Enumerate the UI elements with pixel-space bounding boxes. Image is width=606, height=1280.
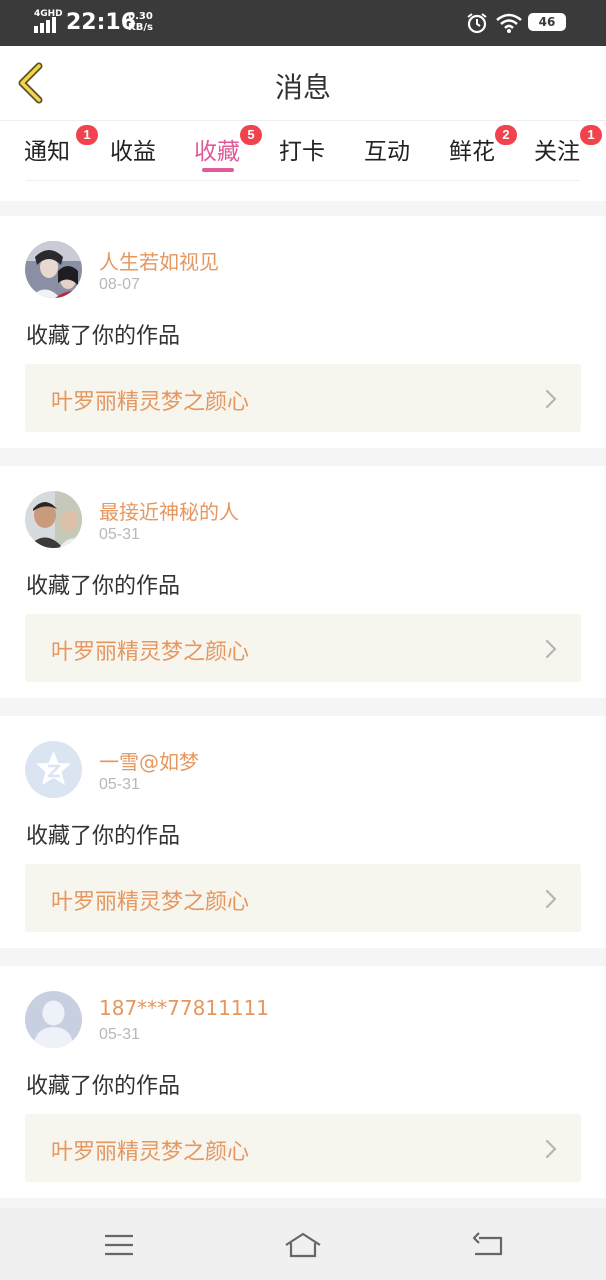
- work-title: 叶罗丽精灵梦之颜心: [51, 890, 250, 915]
- tab-notice[interactable]: 通知 1: [24, 125, 98, 166]
- status-bar: 4GHD 22:16 0.30 KB/s 46: [0, 0, 606, 46]
- tab-label: 收益: [110, 139, 156, 165]
- message-action: 收藏了你的作品: [26, 574, 181, 599]
- tab-flowers[interactable]: 鲜花 2: [449, 125, 517, 166]
- chevron-right-icon: [545, 889, 557, 909]
- tab-badge: 1: [580, 125, 602, 145]
- work-link[interactable]: 叶罗丽精灵梦之颜心: [25, 1114, 581, 1182]
- message-date: 05-31: [99, 526, 140, 543]
- message-date: 05-31: [99, 1026, 140, 1043]
- home-icon[interactable]: [283, 1230, 323, 1260]
- message-card: 一雪@如梦 05-31 收藏了你的作品 叶罗丽精灵梦之颜心: [0, 716, 606, 948]
- message-action: 收藏了你的作品: [26, 824, 181, 849]
- page-title: 消息: [274, 71, 331, 104]
- tab-label: 通知: [24, 139, 70, 165]
- tab-label: 鲜花: [449, 139, 495, 165]
- tab-label: 关注: [534, 139, 580, 165]
- user-name[interactable]: 187***77811111: [99, 996, 269, 1020]
- system-nav-bar: [0, 1208, 606, 1280]
- message-card: 187***77811111 05-31 收藏了你的作品 叶罗丽精灵梦之颜心: [0, 966, 606, 1198]
- avatar[interactable]: [25, 741, 82, 798]
- message-card: 人生若如视见 08-07 收藏了你的作品 叶罗丽精灵梦之颜心: [0, 216, 606, 448]
- tab-checkin[interactable]: 打卡: [279, 132, 325, 166]
- header: 消息: [0, 46, 606, 121]
- wifi-icon: [496, 13, 522, 33]
- work-link[interactable]: 叶罗丽精灵梦之颜心: [25, 614, 581, 682]
- message-card: 最接近神秘的人 05-31 收藏了你的作品 叶罗丽精灵梦之颜心: [0, 466, 606, 698]
- message-date: 05-31: [99, 776, 140, 793]
- network-speed: 0.30 KB/s: [128, 11, 153, 33]
- photo-avatar-icon: [25, 491, 82, 548]
- tab-follow[interactable]: 关注 1: [534, 125, 602, 166]
- work-link[interactable]: 叶罗丽精灵梦之颜心: [25, 364, 581, 432]
- message-action: 收藏了你的作品: [26, 324, 181, 349]
- tab-favorites[interactable]: 收藏 5: [194, 125, 262, 166]
- tab-interaction[interactable]: 互动: [364, 132, 410, 166]
- photo-avatar-icon: [25, 241, 82, 298]
- menu-icon[interactable]: [99, 1230, 139, 1260]
- avatar[interactable]: [25, 991, 82, 1048]
- work-title: 叶罗丽精灵梦之颜心: [51, 640, 250, 665]
- avatar[interactable]: [25, 491, 82, 548]
- chevron-right-icon: [545, 1139, 557, 1159]
- user-name[interactable]: 最接近神秘的人: [99, 496, 239, 525]
- message-action: 收藏了你的作品: [26, 1074, 181, 1099]
- avatar[interactable]: [25, 241, 82, 298]
- speed-value: 0.30: [128, 11, 153, 22]
- tab-bar: 通知 1 收益 收藏 5 打卡 互动 鲜花 2 关注 1: [0, 121, 606, 201]
- user-name[interactable]: 人生若如视见: [99, 246, 219, 275]
- clock: 22:16: [66, 10, 137, 35]
- default-avatar-icon: [25, 991, 82, 1048]
- message-date: 08-07: [99, 276, 140, 293]
- chevron-right-icon: [545, 389, 557, 409]
- active-tab-indicator: [202, 168, 234, 172]
- battery-level: 46: [538, 15, 556, 29]
- tab-label: 收藏: [194, 139, 240, 165]
- tab-label: 打卡: [279, 139, 325, 165]
- speed-unit: KB/s: [128, 22, 153, 33]
- qzone-avatar-icon: [25, 741, 82, 798]
- tab-earnings[interactable]: 收益: [110, 132, 156, 166]
- user-name[interactable]: 一雪@如梦: [99, 746, 199, 775]
- work-title: 叶罗丽精灵梦之颜心: [51, 390, 250, 415]
- tab-label: 互动: [364, 139, 410, 165]
- work-link[interactable]: 叶罗丽精灵梦之颜心: [25, 864, 581, 932]
- alarm-icon: [467, 13, 487, 34]
- work-title: 叶罗丽精灵梦之颜心: [51, 1140, 250, 1165]
- chevron-right-icon: [545, 639, 557, 659]
- battery-icon: 46: [528, 13, 566, 31]
- back-nav-icon[interactable]: [467, 1230, 507, 1260]
- signal-icon: [34, 17, 56, 33]
- tabs-divider: [26, 180, 580, 181]
- tab-badge: 5: [240, 125, 262, 145]
- tab-badge: 1: [76, 125, 98, 145]
- tab-badge: 2: [495, 125, 517, 145]
